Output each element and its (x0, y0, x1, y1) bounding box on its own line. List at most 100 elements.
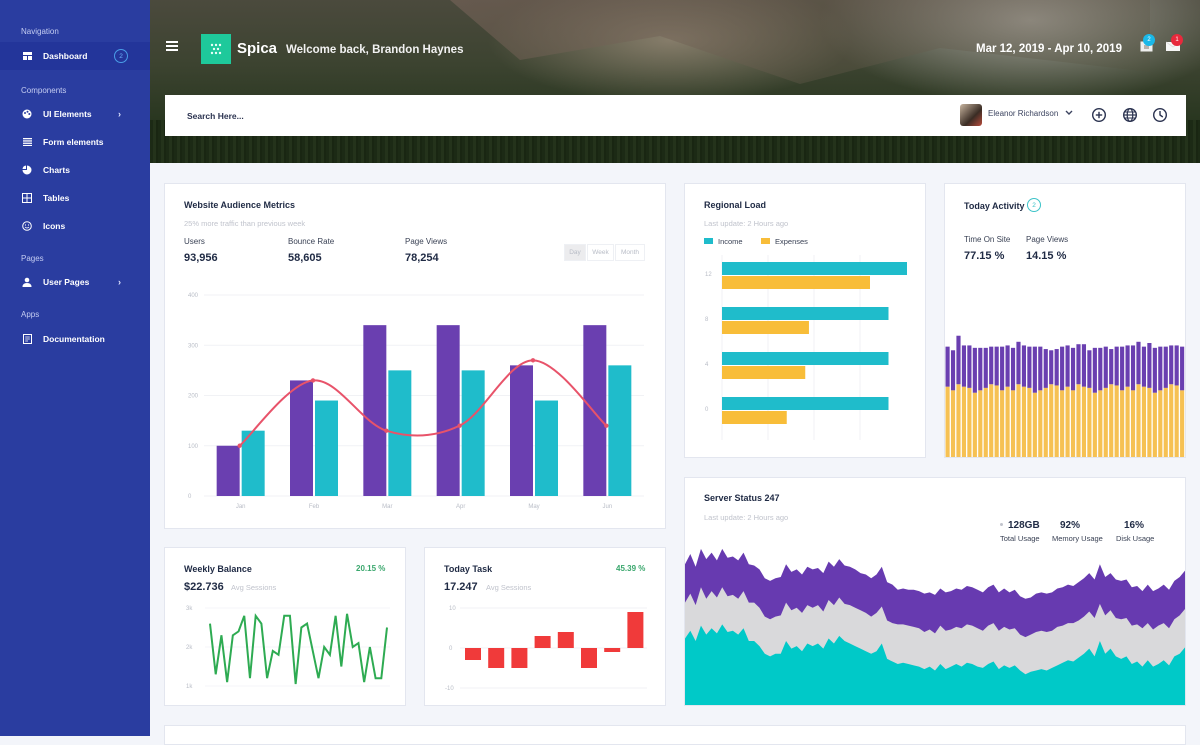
sidebar-item-icons[interactable]: Icons (0, 212, 150, 240)
audience-chart: 0 100 200 300 400 Jan Feb Mar Apr May Jun (188, 293, 644, 510)
y-tick-label: 100 (188, 444, 199, 450)
bar-upper (956, 335, 961, 385)
x-tick-label: Jun (602, 504, 612, 510)
bar-upper (1141, 346, 1147, 387)
bar-income (722, 307, 889, 320)
server-chart (685, 548, 1185, 705)
sidebar-item-documentation[interactable]: Documentation (0, 325, 150, 353)
bar-upper (1174, 345, 1179, 386)
bar-lower (1147, 387, 1152, 457)
x-tick-label: Feb (309, 504, 320, 510)
y-tick-label: 200 (188, 394, 199, 400)
search-input[interactable] (187, 108, 687, 124)
header-background (150, 0, 1200, 163)
line-point (604, 423, 609, 428)
bar-lower (1174, 385, 1179, 457)
legend-label-expenses: Expenses (775, 237, 808, 246)
bar-lower (1049, 384, 1054, 457)
bar-lower (961, 386, 967, 457)
bar-lower (1103, 387, 1108, 457)
user-icon (22, 277, 32, 287)
bar-lower (1098, 390, 1103, 457)
bar-upper (1098, 347, 1103, 391)
bar-lower (1016, 384, 1021, 457)
server-stat-label: Total Usage (1000, 534, 1040, 543)
range-week-button[interactable]: Week (587, 244, 614, 261)
clock-icon[interactable] (1152, 107, 1168, 123)
bar-lower (1027, 387, 1032, 457)
sidebar-item-ui-elements[interactable]: UI Elements › (0, 100, 150, 128)
task-bar (627, 612, 644, 648)
bar-upper (1120, 346, 1125, 391)
sidebar-item-form-elements[interactable]: Form elements (0, 128, 150, 156)
bar-lower (989, 384, 994, 457)
bar-series-b (535, 400, 558, 496)
y-tick-label: 0 (705, 407, 709, 413)
task-bar (557, 632, 574, 648)
server-stat-label: Memory Usage (1052, 534, 1103, 543)
add-circle-icon[interactable] (1091, 107, 1107, 123)
range-day-button[interactable]: Day (564, 244, 586, 261)
activity-badge: 2 (1027, 198, 1041, 212)
section-pages: Pages (21, 254, 44, 263)
percent-change: 20.15 % (356, 564, 386, 573)
stat-sub: Avg Sessions (486, 583, 532, 592)
sidebar-item-charts[interactable]: Charts (0, 156, 150, 184)
user-name[interactable]: Eleanor Richardson (988, 109, 1058, 118)
line-point (310, 378, 316, 383)
bar-series-a (583, 325, 607, 496)
bar-lower (956, 384, 961, 457)
chevron-down-icon[interactable] (1064, 107, 1074, 120)
stat-label: Bounce Rate (288, 237, 335, 246)
bar-series-a (510, 365, 533, 496)
bar-lower (950, 390, 956, 457)
bar-upper (961, 345, 967, 387)
section-components: Components (21, 86, 67, 95)
y-tick-label: 10 (449, 606, 456, 612)
stat-label: Time On Site (964, 235, 1011, 244)
y-tick-label: 0 (188, 494, 192, 500)
hamburger-menu-icon[interactable] (166, 41, 178, 51)
bar-series-b (608, 365, 632, 496)
stat-value: 58,605 (288, 252, 322, 264)
sidebar-item-dashboard[interactable]: Dashboard 2 (0, 42, 150, 70)
range-month-button[interactable]: Month (615, 244, 645, 261)
bar-lower (1000, 390, 1005, 457)
bar-upper (983, 347, 988, 388)
card-title: Regional Load (704, 200, 767, 210)
bar-upper (1049, 350, 1054, 385)
bar-lower (1158, 390, 1163, 457)
stat-value: 78,254 (405, 252, 439, 264)
sidebar-item-tables[interactable]: Tables (0, 184, 150, 212)
bar-upper (950, 350, 956, 391)
balance-line (209, 613, 388, 685)
bar-upper (1169, 345, 1174, 385)
bar-lower (1010, 390, 1016, 457)
stat-value: $22.736 (184, 581, 224, 593)
server-stat-value: 92% (1060, 520, 1081, 531)
sidebar-item-user-pages[interactable]: User Pages › (0, 268, 150, 296)
palette-icon (22, 109, 32, 119)
bar-expenses (722, 411, 787, 424)
bar-upper (1038, 346, 1043, 391)
card-subtitle: Last update: 2 Hours ago (704, 513, 789, 522)
server-stat-label: Disk Usage (1116, 534, 1155, 543)
globe-icon[interactable] (1122, 107, 1138, 123)
bar-series-a (363, 325, 387, 496)
bar-series-b (461, 370, 485, 496)
bar-upper (1016, 341, 1021, 385)
card-title: Website Audience Metrics (184, 200, 296, 210)
bar-lower (1043, 387, 1048, 457)
bar-lower (1021, 386, 1027, 457)
avatar[interactable] (960, 104, 982, 126)
bar-series-b (315, 400, 338, 496)
sidebar-item-label: Form elements (43, 137, 104, 147)
logo-icon (201, 34, 231, 64)
bar-lower (1169, 384, 1174, 457)
bar-lower (945, 386, 950, 457)
date-range[interactable]: Mar 12, 2019 - Apr 10, 2019 (976, 43, 1122, 55)
sidebar-item-label: Documentation (43, 334, 105, 344)
y-tick-label: 400 (188, 293, 199, 299)
legend-swatch-expenses (761, 238, 770, 244)
bar-lower (967, 387, 972, 457)
